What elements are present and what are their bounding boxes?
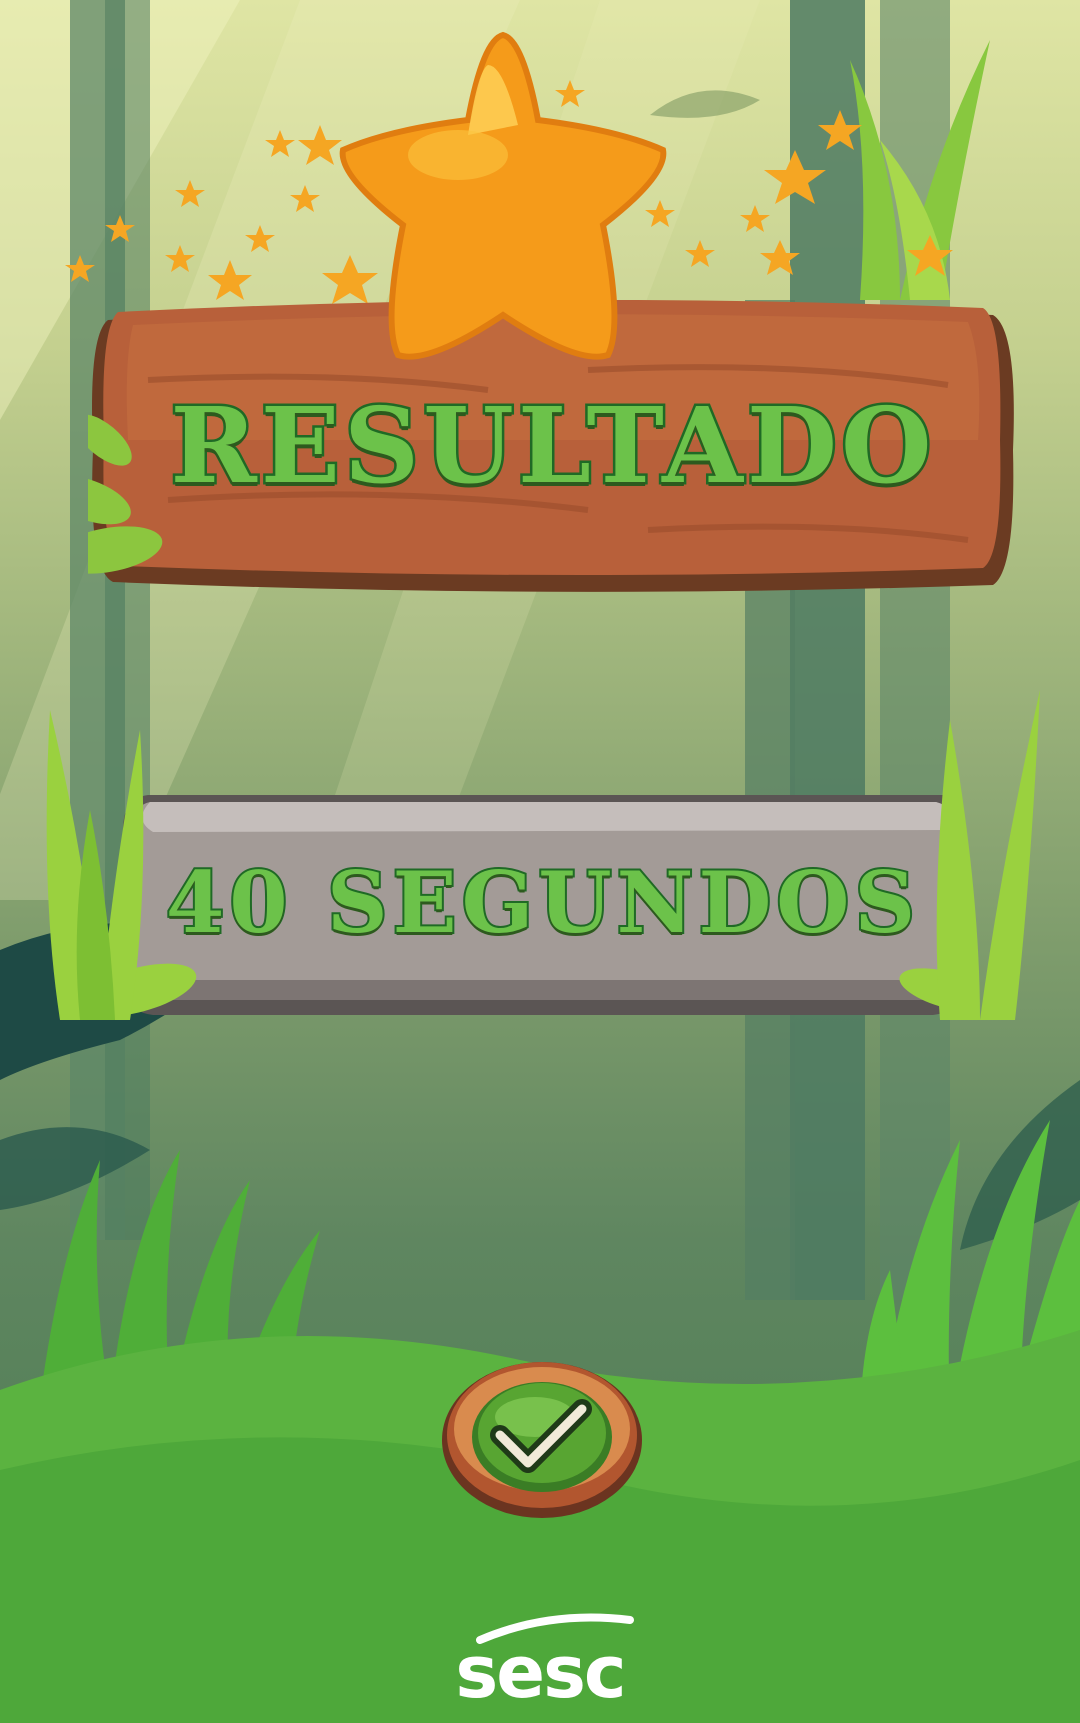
sesc-logo: sesc [420,1610,660,1714]
confirm-button[interactable] [440,1355,645,1520]
result-title: RESULTADO [168,381,936,509]
sesc-logo-text: sesc [455,1630,626,1714]
result-value: 40 SEGUNDOS [164,851,921,954]
big-star-icon [339,31,667,360]
game-scene: RESULTADO 40 SEGUNDOS sesc [0,0,1080,1723]
